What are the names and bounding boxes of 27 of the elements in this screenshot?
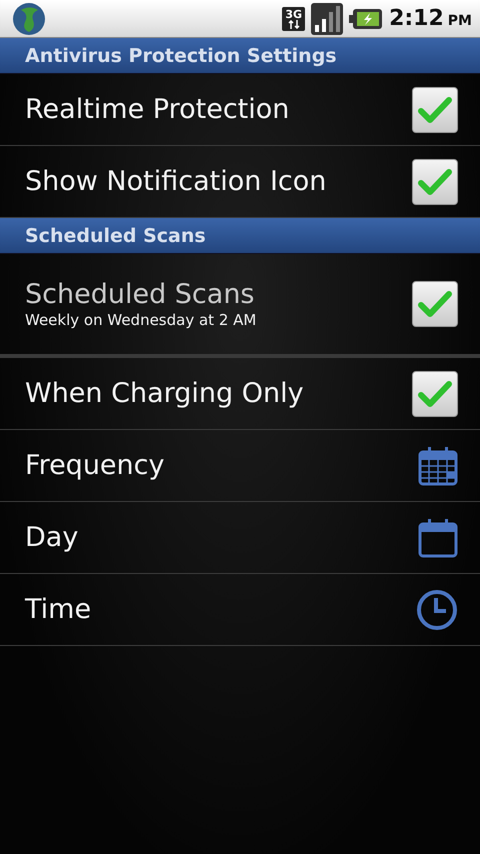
clock-time: 2:12 PM [389, 6, 472, 31]
signal-icon [311, 2, 344, 34]
checkbox[interactable] [412, 370, 458, 416]
checkmark-icon [418, 290, 452, 318]
data-arrows-icon [288, 20, 300, 28]
setting-label[interactable]: Show Notification Icon [25, 166, 326, 198]
checkmark-icon [418, 168, 452, 196]
checkbox[interactable] [412, 86, 458, 132]
setting-label[interactable]: Realtime Protection [25, 94, 290, 126]
setting-label[interactable]: Frequency [25, 450, 164, 482]
setting-label[interactable]: Day [25, 522, 78, 554]
checkmark-icon [418, 96, 452, 124]
network-indicator: 3G [282, 6, 306, 30]
setting-label[interactable]: When Charging Only [25, 378, 304, 410]
setting-label[interactable]: Scheduled Scans [25, 279, 256, 311]
checkbox[interactable] [412, 158, 458, 204]
checkbox[interactable] [412, 281, 458, 327]
clock-icon[interactable] [416, 588, 458, 630]
globe-icon [12, 2, 46, 36]
setting-label[interactable]: Time [25, 594, 92, 626]
calendar-icon[interactable] [418, 446, 458, 486]
checkmark-icon [418, 380, 452, 408]
section-header: Scheduled Scans [0, 218, 480, 254]
section-header: Antivirus Protection Settings [0, 38, 480, 74]
date-icon[interactable] [418, 518, 458, 558]
setting-summary: Weekly on Wednesday at 2 AM [25, 310, 256, 329]
battery-icon [349, 6, 384, 30]
